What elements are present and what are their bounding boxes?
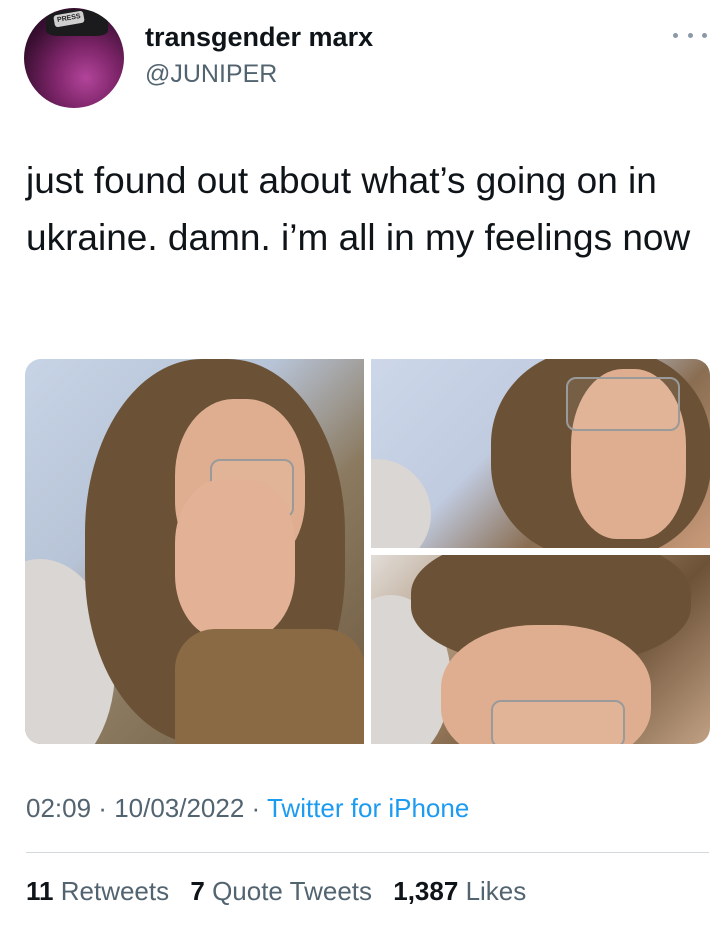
tweet-meta: 02:09 · 10/03/2022 · Twitter for iPhone [26,793,469,824]
quote-tweets-count: 7 [190,876,205,906]
retweets-label: Retweets [60,876,170,906]
display-name[interactable]: transgender marx [145,22,373,53]
media-grid [25,359,710,744]
photo-glasses [566,377,680,431]
photo-hand [175,479,295,639]
likes-count: 1,387 [393,876,459,906]
likes-stat[interactable]: 1,387 Likes [393,876,526,906]
likes-label: Likes [465,876,527,906]
more-horizontal-icon-dot [702,32,707,38]
tweet-stats: 11 Retweets 7 Quote Tweets 1,387 Likes [26,876,540,907]
more-options-button[interactable] [673,24,707,46]
tweet-source-link[interactable]: Twitter for iPhone [267,793,469,823]
photo-1[interactable] [25,359,364,744]
more-horizontal-icon-dot [687,32,693,38]
meta-separator: · [244,793,267,823]
avatar[interactable]: PRESS [24,8,124,108]
photo-2[interactable] [371,359,710,548]
retweets-count: 11 [26,876,54,906]
photo-3[interactable] [371,555,710,744]
photo-shirt [175,629,364,744]
photo-blur-shape [371,459,431,548]
photo-glasses [491,700,625,744]
user-handle[interactable]: @JUNIPER [145,60,277,89]
tweet-text: just found out about what’s going on in … [26,160,691,258]
quote-tweets-label: Quote Tweets [212,876,373,906]
retweets-stat[interactable]: 11 Retweets [26,876,169,906]
divider [26,852,709,853]
meta-separator: · [91,793,115,823]
quote-tweets-stat[interactable]: 7 Quote Tweets [190,876,372,906]
tweet-time[interactable]: 02:09 [26,793,91,823]
tweet-date[interactable]: 10/03/2022 [114,793,244,823]
more-horizontal-icon [673,32,678,38]
